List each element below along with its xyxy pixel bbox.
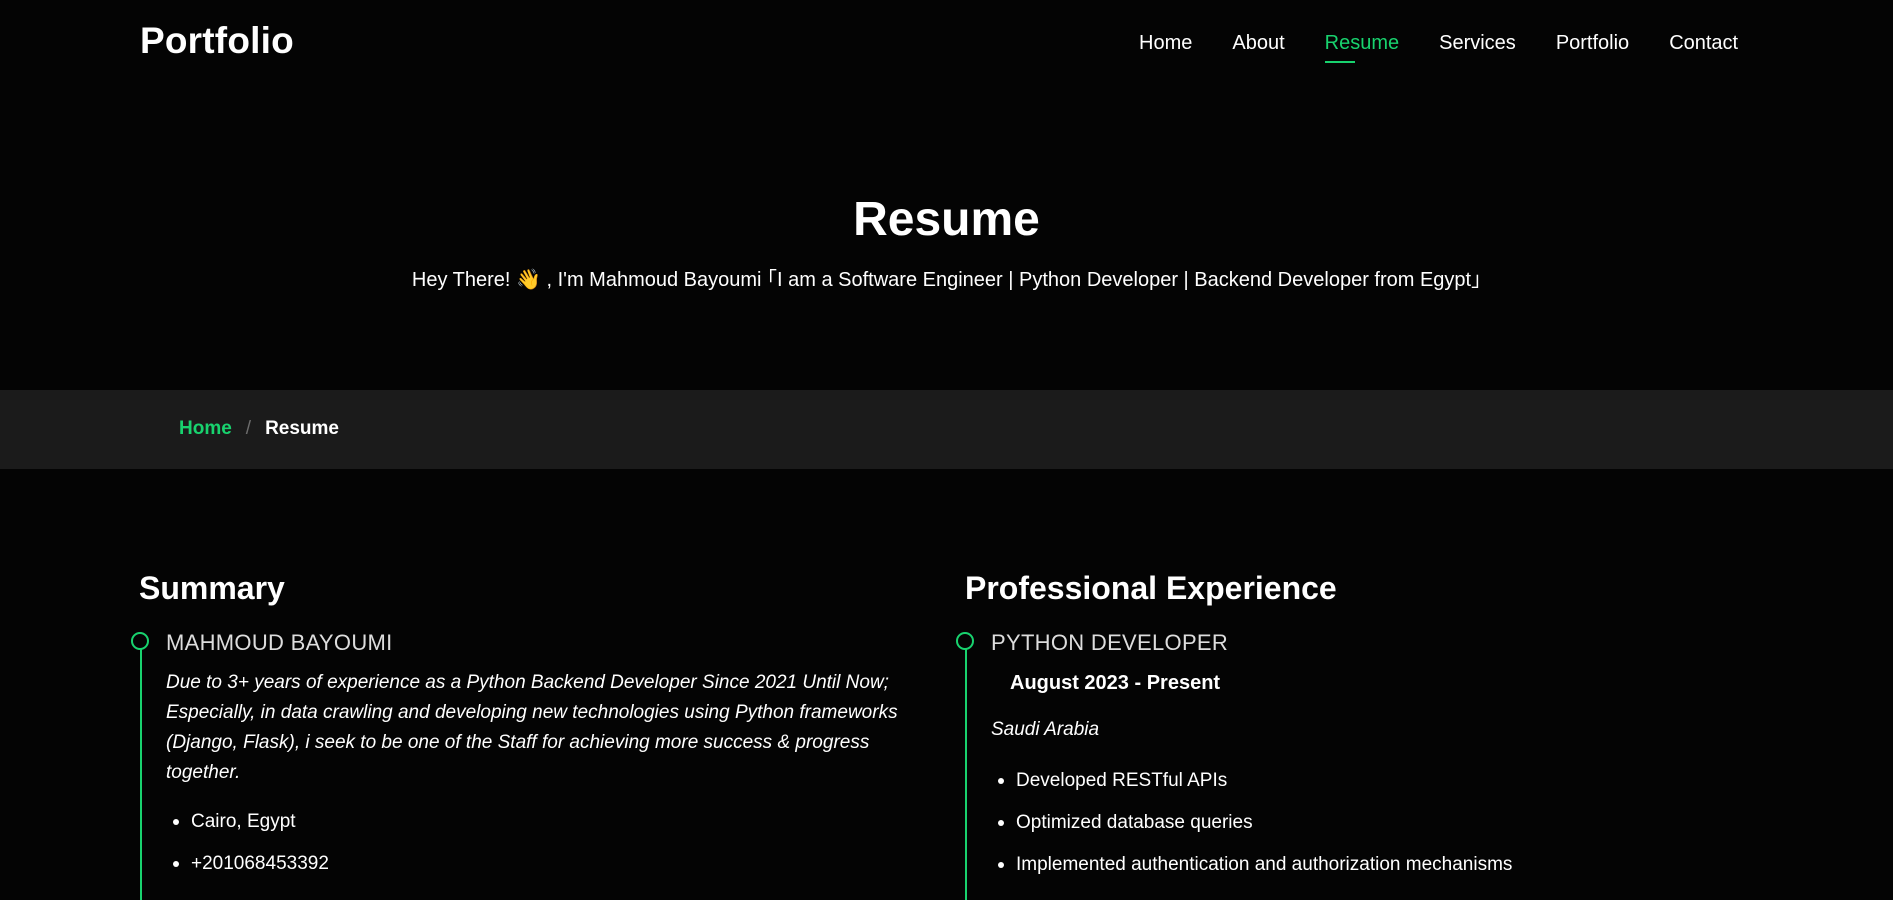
breadcrumb: Home / Resume	[179, 418, 339, 440]
hero-section: Resume Hey There! 👋 , I'm Mahmoud Bayoum…	[0, 86, 1893, 390]
nav-home[interactable]: Home	[1139, 32, 1192, 63]
summary-timeline-line	[140, 642, 142, 900]
nav-resume[interactable]: Resume	[1324, 32, 1399, 63]
job-duty-item: Implemented authentication and authoriza…	[991, 853, 1512, 895]
experience-timeline-dot	[956, 632, 974, 650]
nav-contact[interactable]: Contact	[1669, 32, 1738, 63]
experience-timeline-line	[965, 642, 967, 900]
nav-services[interactable]: Services	[1439, 32, 1516, 63]
breadcrumb-separator: /	[245, 418, 252, 439]
experience-heading: Professional Experience	[965, 570, 1337, 606]
job-duty-item: Developed RESTful APIs	[991, 769, 1512, 811]
location-detail: Cairo, Egypt	[166, 810, 329, 852]
job-duties-list: Developed RESTful APIs Optimized databas…	[991, 769, 1512, 895]
hero-subtitle: Hey There! 👋 , I'm Mahmoud Bayoumi ｢I am…	[411, 269, 1482, 291]
breadcrumb-current: Resume	[265, 418, 339, 439]
job-location: Saudi Arabia	[991, 719, 1100, 740]
phone-detail: +201068453392	[166, 852, 329, 894]
breadcrumb-home-link[interactable]: Home	[179, 418, 232, 440]
job-title: PYTHON DEVELOPER	[991, 630, 1229, 655]
main-nav: Home About Resume Services Portfolio Con…	[1139, 32, 1778, 63]
job-duty-item: Optimized database queries	[991, 811, 1512, 853]
summary-heading: Summary	[139, 570, 285, 606]
summary-name: MAHMOUD BAYOUMI	[166, 630, 393, 655]
site-header: Portfolio Home About Resume Services Por…	[0, 0, 1893, 86]
page-title: Resume	[853, 193, 1040, 246]
summary-text: Due to 3+ years of experience as a Pytho…	[166, 672, 898, 783]
nav-about[interactable]: About	[1232, 32, 1284, 63]
job-date: August 2023 - Present	[1010, 672, 1221, 694]
summary-details-list: Cairo, Egypt +201068453392	[166, 810, 329, 894]
nav-portfolio[interactable]: Portfolio	[1556, 32, 1629, 63]
breadcrumb-bar: Home / Resume	[0, 390, 1893, 469]
summary-timeline-dot	[131, 632, 149, 650]
site-logo[interactable]: Portfolio	[140, 20, 294, 62]
